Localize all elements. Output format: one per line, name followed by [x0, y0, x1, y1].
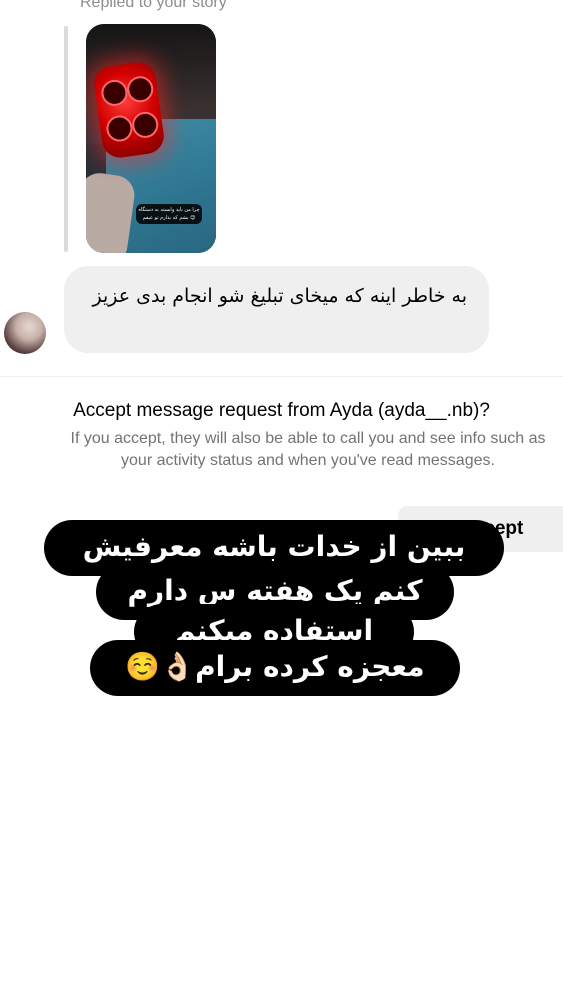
device-pod [130, 110, 160, 140]
overlay-text-line: معجزه کرده برام👌🏻☺️ [90, 640, 460, 696]
story-thumbnail[interactable]: چرا من باید وابسته به دستگاه بشم که بذار… [86, 24, 216, 253]
message-request-info-line: If you accept, they will also be able to… [70, 430, 546, 447]
message-bubble[interactable]: به خاطر اینه که میخای تبلیغ شو انجام بدی… [64, 266, 489, 353]
device-pod [125, 74, 155, 104]
reply-quote-bar [64, 26, 68, 252]
message-request-title: Accept message request from Ayda (ayda__… [73, 400, 490, 421]
story-caption: چرا من باید وابسته به دستگاه بشم که بذار… [136, 204, 202, 224]
divider [0, 376, 563, 377]
message-request-info-line: your activity status and when you've rea… [121, 452, 495, 469]
story-red-light-device [91, 60, 167, 160]
device-pod [99, 78, 130, 108]
avatar[interactable] [4, 312, 46, 354]
device-pod [104, 113, 135, 144]
replied-to-story-label: Replied to your story [80, 0, 227, 11]
message-request-info: If you accept, they will also be able to… [18, 428, 563, 472]
